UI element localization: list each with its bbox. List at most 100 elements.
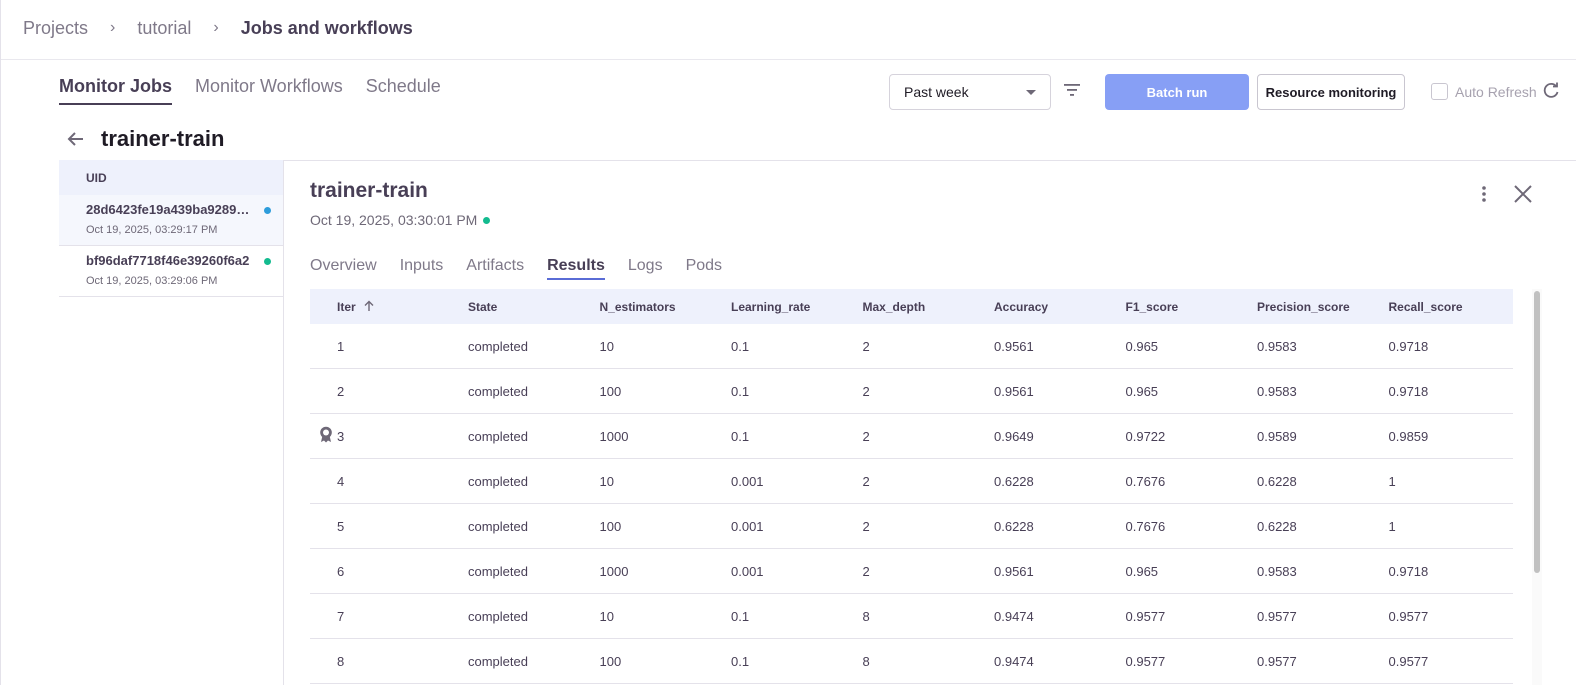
- table-cell: 0.9718: [1389, 384, 1521, 399]
- table-cell-value: 0.9474: [994, 653, 1034, 669]
- table-cell: 10: [600, 609, 732, 624]
- table-cell-value: 10: [599, 473, 614, 489]
- tab-overview[interactable]: Overview: [310, 257, 377, 280]
- table-row[interactable]: 5 completed 100 0.001 2 0.6228 0.7676 0.6228 1: [310, 504, 1513, 549]
- table-cell-value: 0.001: [731, 473, 764, 489]
- table-cell: completed: [468, 564, 600, 579]
- table-cell: 0.9577: [1126, 609, 1258, 624]
- table-cell: completed: [468, 654, 600, 669]
- job-date: Oct 19, 2025, 03:29:06 PM: [86, 275, 218, 287]
- table-cell-value: 1: [1388, 518, 1396, 534]
- tab-artifacts[interactable]: Artifacts: [466, 257, 524, 280]
- table-cell: 2: [310, 384, 468, 399]
- job-list-item[interactable]: 28d6423fe19a439ba92893c1 Oct 19, 2025, 0…: [59, 195, 283, 246]
- column-header[interactable]: Learning_rate: [731, 300, 863, 314]
- breadcrumb-tutorial[interactable]: tutorial: [137, 18, 191, 39]
- table-cell-value: 0.9561: [994, 563, 1034, 579]
- column-header[interactable]: N_estimators: [600, 300, 732, 314]
- table-cell-value: 8: [337, 653, 345, 669]
- period-select[interactable]: Past week: [889, 74, 1051, 110]
- table-cell-value: 2: [862, 428, 870, 444]
- table-cell-value: 2: [337, 383, 345, 399]
- caret-down-icon: [1026, 90, 1036, 95]
- tab-monitor-workflows[interactable]: Monitor Workflows: [195, 76, 343, 105]
- table-cell: 1: [1389, 519, 1521, 534]
- table-row[interactable]: 2 completed 100 0.1 2 0.9561 0.965 0.9583 0.9718: [310, 369, 1513, 414]
- column-header[interactable]: Accuracy: [994, 300, 1126, 314]
- job-uid: 28d6423fe19a439ba92893c1: [86, 202, 256, 217]
- table-cell: 8: [863, 654, 995, 669]
- table-cell: 0.7676: [1126, 519, 1258, 534]
- table-row[interactable]: 3 completed 1000 0.1 2 0.9649 0.9722 0.9589 0.98…: [310, 414, 1513, 459]
- job-list: UID 28d6423fe19a439ba92893c1 Oct 19, 202…: [59, 160, 284, 685]
- more-vertical-icon[interactable]: [1475, 184, 1493, 204]
- table-cell: 0.7676: [1126, 474, 1258, 489]
- table-cell: completed: [468, 339, 600, 354]
- table-cell: 0.1: [731, 384, 863, 399]
- table-cell-value: 0.6228: [994, 473, 1034, 489]
- status-dot: [264, 258, 271, 265]
- table-row[interactable]: 7 completed 10 0.1 8 0.9474 0.9577 0.9577 0.9577: [310, 594, 1513, 639]
- table-cell: completed: [468, 474, 600, 489]
- table-cell-value: 1: [1388, 473, 1396, 489]
- scrollbar-thumb[interactable]: [1534, 291, 1540, 573]
- table-cell: 0.9722: [1126, 429, 1258, 444]
- results-table: Iter State N_estimators Learning_rate Ma…: [310, 289, 1513, 684]
- table-cell-value: 0.9474: [994, 608, 1034, 624]
- tab-pods[interactable]: Pods: [686, 257, 722, 280]
- table-cell: 0.9561: [994, 339, 1126, 354]
- table-cell-value: 0.9718: [1388, 338, 1429, 354]
- table-cell: 2: [863, 384, 995, 399]
- table-cell-value: completed: [468, 563, 528, 579]
- column-header[interactable]: State: [468, 300, 600, 314]
- tab-inputs[interactable]: Inputs: [400, 257, 444, 280]
- page-title: trainer-train: [101, 126, 225, 151]
- tab-results[interactable]: Results: [547, 257, 605, 280]
- column-header[interactable]: Max_depth: [863, 300, 995, 314]
- arrow-left-icon[interactable]: [65, 128, 87, 150]
- auto-refresh-toggle[interactable]: Auto Refresh: [1431, 83, 1537, 100]
- auto-refresh-checkbox[interactable]: [1431, 83, 1448, 100]
- table-cell: 0.1: [731, 429, 863, 444]
- table-row[interactable]: 4 completed 10 0.001 2 0.6228 0.7676 0.6228 1: [310, 459, 1513, 504]
- table-cell-value: completed: [468, 608, 528, 624]
- header-divider: [1, 59, 1576, 60]
- table-row[interactable]: 6 completed 1000 0.001 2 0.9561 0.965 0.9583 0.9…: [310, 549, 1513, 594]
- breadcrumb-projects[interactable]: Projects: [23, 18, 88, 39]
- table-row[interactable]: 1 completed 10 0.1 2 0.9561 0.965 0.9583 0.9718: [310, 324, 1513, 369]
- table-cell-value: 0.9589: [1257, 428, 1297, 444]
- tab-schedule[interactable]: Schedule: [366, 76, 441, 105]
- tab-logs[interactable]: Logs: [628, 257, 663, 280]
- breadcrumb-separator: ›: [110, 19, 116, 36]
- column-header[interactable]: Precision_score: [1257, 300, 1389, 314]
- filter-icon[interactable]: [1062, 82, 1082, 98]
- job-list-item[interactable]: bf96daf7718f46e39260f6a2 Oct 19, 2025, 0…: [59, 246, 283, 297]
- column-header[interactable]: Recall_score: [1389, 300, 1521, 314]
- tab-monitor-jobs[interactable]: Monitor Jobs: [59, 76, 172, 105]
- table-header: Iter State N_estimators Learning_rate Ma…: [310, 289, 1513, 324]
- column-header[interactable]: F1_score: [1126, 300, 1258, 314]
- table-cell: 0.6228: [994, 519, 1126, 534]
- batch-run-button[interactable]: Batch run: [1105, 74, 1249, 110]
- table-cell: 0.6228: [994, 474, 1126, 489]
- table-cell: 0.9859: [1389, 429, 1521, 444]
- column-header-iter[interactable]: Iter: [310, 300, 468, 314]
- table-cell-value: 0.965: [1125, 383, 1159, 399]
- resource-monitoring-button[interactable]: Resource monitoring: [1257, 74, 1405, 110]
- job-list-header: UID: [59, 160, 283, 195]
- table-cell-value: 0.9583: [1257, 338, 1297, 354]
- table-cell: completed: [468, 519, 600, 534]
- table-cell-value: 1000: [599, 563, 629, 579]
- table-cell: 0.965: [1126, 384, 1258, 399]
- close-icon[interactable]: [1512, 183, 1534, 205]
- detail-tabs: Overview Inputs Artifacts Results Logs P…: [310, 257, 722, 280]
- table-cell: 100: [600, 519, 732, 534]
- refresh-icon[interactable]: [1542, 82, 1560, 100]
- table-row[interactable]: 8 completed 100 0.1 8 0.9474 0.9577 0.9577 0.957…: [310, 639, 1513, 684]
- table-cell: 1000: [600, 564, 732, 579]
- scrollbar[interactable]: [1532, 289, 1542, 685]
- table-cell: completed: [468, 384, 600, 399]
- table-cell: 0.9577: [1126, 654, 1258, 669]
- table-cell-value: 7: [337, 608, 345, 624]
- table-cell: 0.9474: [994, 654, 1126, 669]
